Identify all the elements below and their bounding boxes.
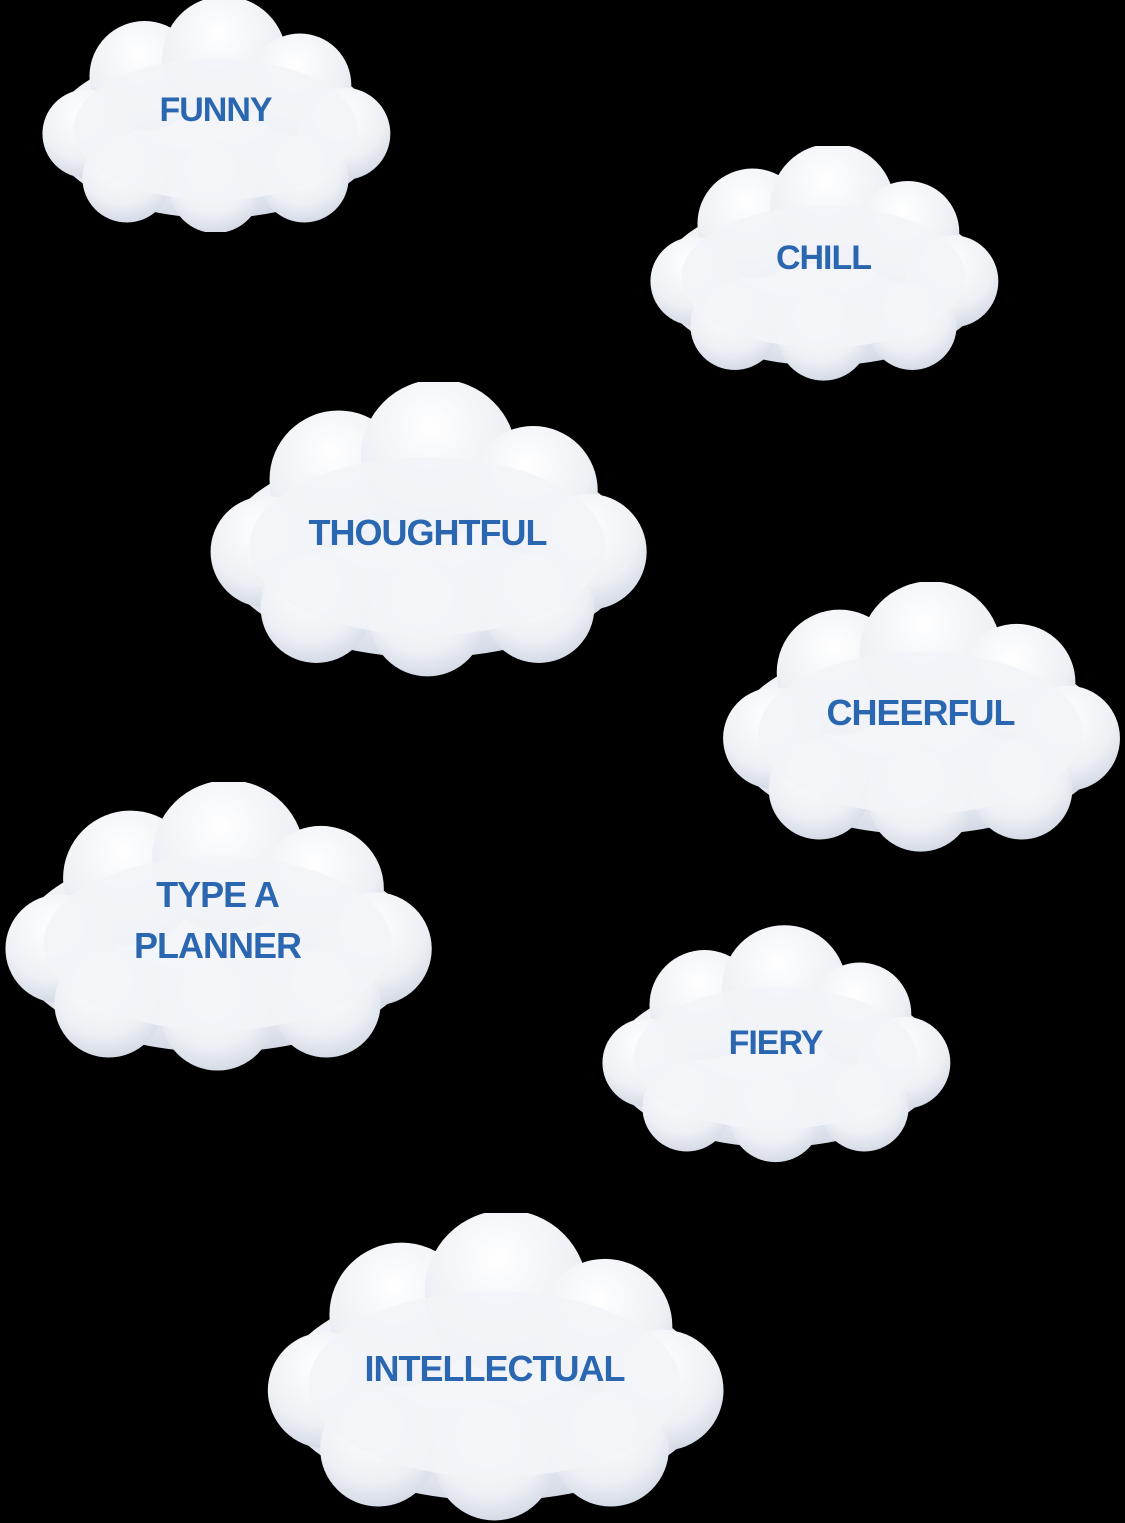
cloud-thoughtful[interactable]: THOUGHTFUL: [205, 382, 650, 677]
cloud-label: CHEERFUL: [826, 692, 1016, 733]
cloud-label: INTELLECTUAL: [364, 1348, 626, 1389]
cloud-fiery[interactable]: FIERY: [598, 925, 953, 1165]
cloud-label-line2: PLANNER: [133, 925, 302, 966]
cloud-label: THOUGHTFUL: [308, 512, 548, 553]
cloud-label: FIERY: [728, 1024, 824, 1062]
cloud-type-a-planner[interactable]: TYPE A PLANNER: [0, 782, 435, 1072]
cloud-cheerful[interactable]: CHEERFUL: [718, 582, 1123, 854]
cloud-chill[interactable]: CHILL: [646, 146, 1001, 381]
cloud-label: CHILL: [775, 239, 872, 277]
cloud-label-line1: TYPE A: [156, 874, 280, 915]
cloud-intellectual[interactable]: INTELLECTUAL: [262, 1213, 727, 1521]
cloud-label: FUNNY: [159, 91, 272, 129]
cloud-funny[interactable]: FUNNY: [38, 0, 393, 232]
